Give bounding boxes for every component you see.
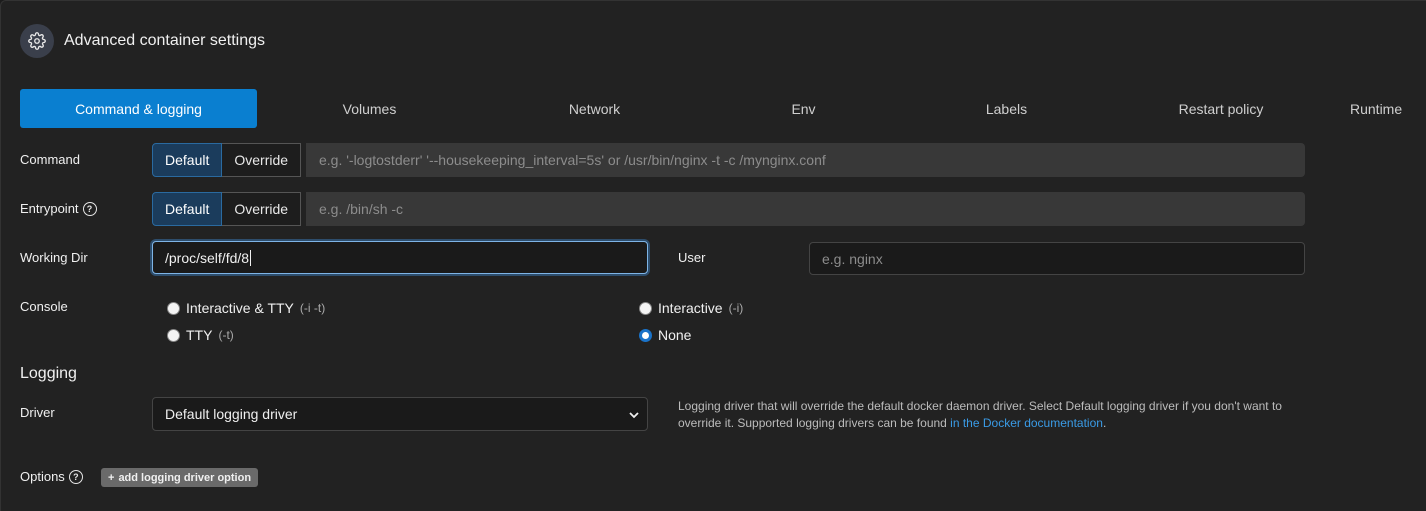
entrypoint-input[interactable]: e.g. /bin/sh -c (306, 192, 1305, 226)
tab-runtime[interactable]: Runtime (1350, 89, 1426, 128)
radio-hint: (-i -t) (299, 301, 326, 315)
options-label: Options ? (20, 469, 83, 484)
add-logging-option-button[interactable]: + add logging driver option (101, 468, 259, 487)
radio-hint: (-t) (218, 328, 234, 342)
tab-env[interactable]: Env (707, 89, 900, 128)
console-tty-radio[interactable]: TTY (-t) (167, 327, 234, 343)
entrypoint-mode-toggle: Default Override (152, 192, 302, 226)
user-label: User (678, 250, 705, 265)
command-label-text: Command (20, 152, 80, 167)
help-icon[interactable]: ? (82, 201, 97, 216)
working-dir-label: Working Dir (20, 250, 88, 265)
logging-driver-select[interactable]: Default logging driver (152, 397, 648, 431)
entrypoint-default-button[interactable]: Default (152, 192, 223, 226)
command-label: Command (20, 152, 80, 167)
driver-label-text: Driver (20, 405, 55, 420)
entrypoint-override-button[interactable]: Override (222, 192, 302, 226)
console-interactive-radio[interactable]: Interactive (-i) (639, 300, 743, 316)
plus-icon: + (108, 471, 115, 484)
logging-driver-value: Default logging driver (165, 406, 298, 422)
radio-hint: (-i) (728, 301, 744, 315)
radio-label: Interactive (658, 300, 723, 316)
panel-title: Advanced container settings (64, 32, 266, 49)
tab-volumes[interactable]: Volumes (257, 89, 482, 128)
advanced-settings-panel: Advanced container settings Command & lo… (0, 0, 1426, 511)
command-default-button[interactable]: Default (152, 143, 223, 177)
user-input[interactable]: e.g. nginx (809, 242, 1305, 275)
entrypoint-label-text: Entrypoint (20, 201, 79, 216)
working-dir-value: /proc/self/fd/8 (165, 249, 250, 266)
command-input[interactable]: e.g. '-logtostderr' '--housekeeping_inte… (306, 143, 1305, 177)
console-label: Console (20, 299, 68, 314)
options-label-text: Options (20, 469, 65, 484)
logging-section-title: Logging (20, 365, 77, 382)
radio-label: Interactive & TTY (186, 300, 294, 316)
driver-label: Driver (20, 405, 55, 420)
tab-labels[interactable]: Labels (900, 89, 1113, 128)
command-mode-toggle: Default Override (152, 143, 302, 177)
tab-command-logging[interactable]: Command & logging (20, 89, 257, 128)
radio-label: TTY (186, 327, 213, 343)
radio-checked-icon (639, 328, 652, 342)
working-dir-input[interactable]: /proc/self/fd/8 (152, 241, 648, 274)
help-icon[interactable]: ? (68, 469, 83, 484)
panel-header: Advanced container settings (20, 24, 265, 58)
text-caret (250, 249, 252, 266)
radio-unchecked-icon (167, 328, 180, 342)
chevron-down-icon (629, 406, 639, 422)
logging-driver-help: Logging driver that will override the de… (678, 398, 1298, 432)
help-text-end: . (1102, 416, 1107, 430)
radio-label: None (658, 327, 692, 343)
console-none-radio[interactable]: None (639, 327, 691, 343)
tab-restart-policy[interactable]: Restart policy (1113, 89, 1329, 128)
docker-docs-link[interactable]: in the Docker documentation (950, 416, 1103, 430)
gear-icon (20, 24, 54, 58)
settings-tabs: Command & logging Volumes Network Env La… (20, 89, 1426, 128)
radio-unchecked-icon (639, 301, 652, 315)
tab-network[interactable]: Network (482, 89, 707, 128)
command-override-button[interactable]: Override (222, 143, 302, 177)
working-dir-label-text: Working Dir (20, 250, 88, 265)
radio-unchecked-icon (167, 301, 180, 315)
entrypoint-label: Entrypoint ? (20, 201, 97, 216)
console-label-text: Console (20, 299, 68, 314)
user-label-text: User (678, 250, 706, 265)
console-interactive-tty-radio[interactable]: Interactive & TTY (-i -t) (167, 300, 325, 316)
add-option-label: add logging driver option (118, 471, 252, 484)
